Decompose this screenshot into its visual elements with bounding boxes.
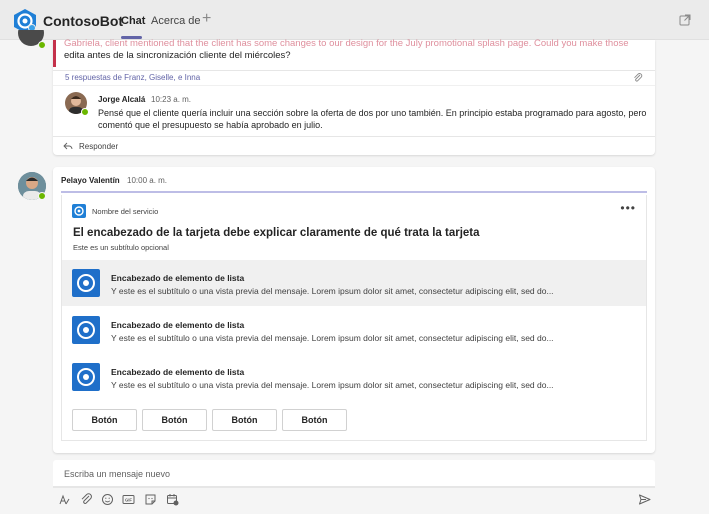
svg-text:GIF: GIF [125,498,132,503]
service-icon [72,204,86,218]
reply-author: Jorge Alcalá [98,95,146,104]
card-subtitle: Este es un subtítulo opcional [73,243,169,252]
reply-button[interactable]: Responder [79,142,118,151]
list-item-icon [72,269,100,297]
card-action-button[interactable]: Botón [142,409,207,431]
list-item-heading: Encabezado de elemento de lista [111,273,245,283]
list-item-preview: Y este es el subtítulo o una vista previ… [111,380,554,390]
list-item-preview: Y este es el subtítulo o una vista previ… [111,286,554,296]
attach-icon[interactable] [80,493,93,506]
app-name: ContosoBot [43,13,124,29]
replies-summary-link[interactable]: 5 respuestas de Franz, Giselle, e Inna [65,73,200,82]
list-item-icon [72,316,100,344]
presence-available-icon [81,108,89,116]
list-item[interactable]: Encabezado de elemento de lista Y este e… [62,260,646,306]
popout-icon[interactable] [679,14,691,26]
plus-icon[interactable]: + [202,11,216,27]
message-text-clipped: Gabriela, client mentioned that the clie… [64,38,629,49]
service-name: Nombre del servicio [92,207,159,216]
message-author: Pelayo Valentín [61,176,120,185]
reply-timestamp: 10:23 a. m. [151,95,192,104]
thread-message: Gabriela, client mentioned that the clie… [53,38,655,155]
send-icon[interactable] [638,493,651,506]
list-item[interactable]: Encabezado de elemento de lista Y este e… [62,354,646,400]
compose-box[interactable]: Escriba un mensaje nuevo [53,460,655,488]
divider [53,136,655,137]
list-item[interactable]: Encabezado de elemento de lista Y este e… [62,307,646,353]
gif-icon[interactable]: GIF [122,493,135,506]
tab-about[interactable]: Acerca de [151,15,201,27]
card-accent-bar [61,191,647,193]
urgent-indicator [53,40,56,67]
tab-chat[interactable]: Chat [121,15,145,27]
sticker-icon[interactable] [144,493,157,506]
list-item-icon [72,363,100,391]
compose-placeholder: Escriba un mensaje nuevo [64,469,171,479]
message-timestamp: 10:00 a. m. [127,176,168,185]
presence-available-icon [38,41,46,49]
presence-available-icon [38,192,46,200]
card-action-button[interactable]: Botón [72,409,137,431]
message-text: edita antes de la sincronización cliente… [64,50,291,61]
divider [53,70,655,71]
meet-now-icon[interactable] [166,493,179,506]
reply-arrow-icon[interactable] [63,141,73,151]
adaptive-card: Nombre del servicio ••• El encabezado de… [61,195,647,441]
reply-text: Pensé que el cliente quería incluir una … [98,108,647,130]
list-item-heading: Encabezado de elemento de lista [111,320,245,330]
card-action-button[interactable]: Botón [212,409,277,431]
card-title: El encabezado de la tarjeta debe explica… [73,227,480,239]
attachment-icon [634,73,643,82]
more-options-icon[interactable]: ••• [620,201,636,215]
emoji-icon[interactable] [101,493,114,506]
format-icon[interactable] [58,493,71,506]
list-item-preview: Y este es el subtítulo o una vista previ… [111,333,554,343]
app-header: ContosoBot Chat Acerca de + [0,0,709,40]
card-action-button[interactable]: Botón [282,409,347,431]
list-item-heading: Encabezado de elemento de lista [111,367,245,377]
divider [53,85,655,86]
